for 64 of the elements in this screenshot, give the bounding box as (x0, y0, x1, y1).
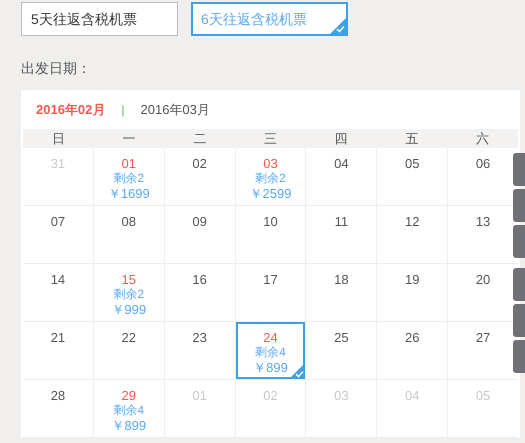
price: ￥899 (253, 360, 288, 375)
check-corner-icon (330, 18, 346, 34)
day-number: 09 (192, 214, 207, 229)
day-number: 01 (122, 156, 136, 171)
price: ￥899 (111, 418, 146, 433)
day-number: 13 (476, 214, 490, 229)
day-number: 15 (122, 272, 136, 287)
weekday-label: 六 (476, 131, 490, 146)
seats-left: 剩余4 (113, 403, 144, 418)
day-number: 11 (334, 214, 348, 229)
price: ￥1699 (108, 186, 150, 201)
month-tab[interactable]: 2016年02月 (36, 100, 106, 120)
side-tab-button[interactable] (513, 268, 525, 301)
weekday-label: 二 (193, 131, 206, 146)
side-tab-button[interactable] (513, 189, 525, 222)
seats-left: 剩余4 (255, 345, 286, 360)
side-tab-button[interactable] (513, 340, 525, 373)
ticket-option[interactable]: 5天往返含税机票 (21, 2, 178, 36)
day-number: 26 (404, 330, 420, 345)
side-tab-button[interactable] (513, 225, 525, 258)
day-number: 04 (334, 156, 349, 171)
day-cell[interactable]: 29 剩余4 ￥899 (94, 380, 164, 437)
weekday-label: 日 (52, 131, 65, 146)
day-cell[interactable]: 03 剩余2 ￥2599 (236, 148, 306, 205)
day-number: 21 (50, 330, 66, 345)
day-number: 29 (122, 388, 136, 403)
separator: | (121, 102, 125, 118)
side-tab-button[interactable] (513, 304, 525, 337)
day-number: 12 (404, 214, 420, 229)
month-tab[interactable]: 2016年03月 (140, 100, 210, 120)
weekday-label: 一 (122, 131, 136, 146)
weekday-label: 四 (334, 131, 348, 146)
day-number: 07 (50, 214, 66, 229)
weekday-label: 五 (405, 131, 418, 146)
seats-left: 剩余2 (113, 171, 144, 186)
day-number: 03 (263, 156, 278, 171)
day-number: 19 (404, 272, 420, 287)
day-number: 24 (263, 330, 278, 345)
day-number: 06 (476, 156, 490, 171)
day-number: 20 (476, 272, 490, 287)
date-label: 出发日期： (21, 59, 92, 78)
weekday-label: 三 (264, 131, 277, 146)
day-number: 05 (404, 156, 420, 171)
seats-left: 剩余2 (255, 171, 286, 186)
price: ￥2599 (250, 186, 292, 201)
day-number: 18 (334, 272, 349, 287)
day-number: 10 (263, 214, 278, 229)
seats-left: 剩余2 (113, 287, 144, 302)
day-cell[interactable]: 15 剩余2 ￥999 (94, 264, 164, 321)
day-number: 16 (192, 272, 207, 287)
day-number: 08 (122, 214, 136, 229)
day-number: 27 (476, 330, 490, 345)
day-number: 22 (122, 330, 136, 345)
price: ￥999 (111, 302, 146, 317)
day-number: 14 (50, 272, 66, 287)
side-tab-button[interactable] (513, 153, 525, 186)
day-number: 28 (50, 388, 66, 403)
day-number: 25 (334, 330, 349, 345)
day-number: 17 (263, 272, 278, 287)
day-cell[interactable]: 24 剩余4 ￥899 (236, 322, 306, 379)
ticket-option[interactable]: 6天往返含税机票 (191, 2, 348, 36)
day-number: 23 (192, 330, 207, 345)
day-cell[interactable]: 01 剩余2 ￥1699 (94, 148, 164, 205)
day-number: 02 (192, 156, 207, 171)
